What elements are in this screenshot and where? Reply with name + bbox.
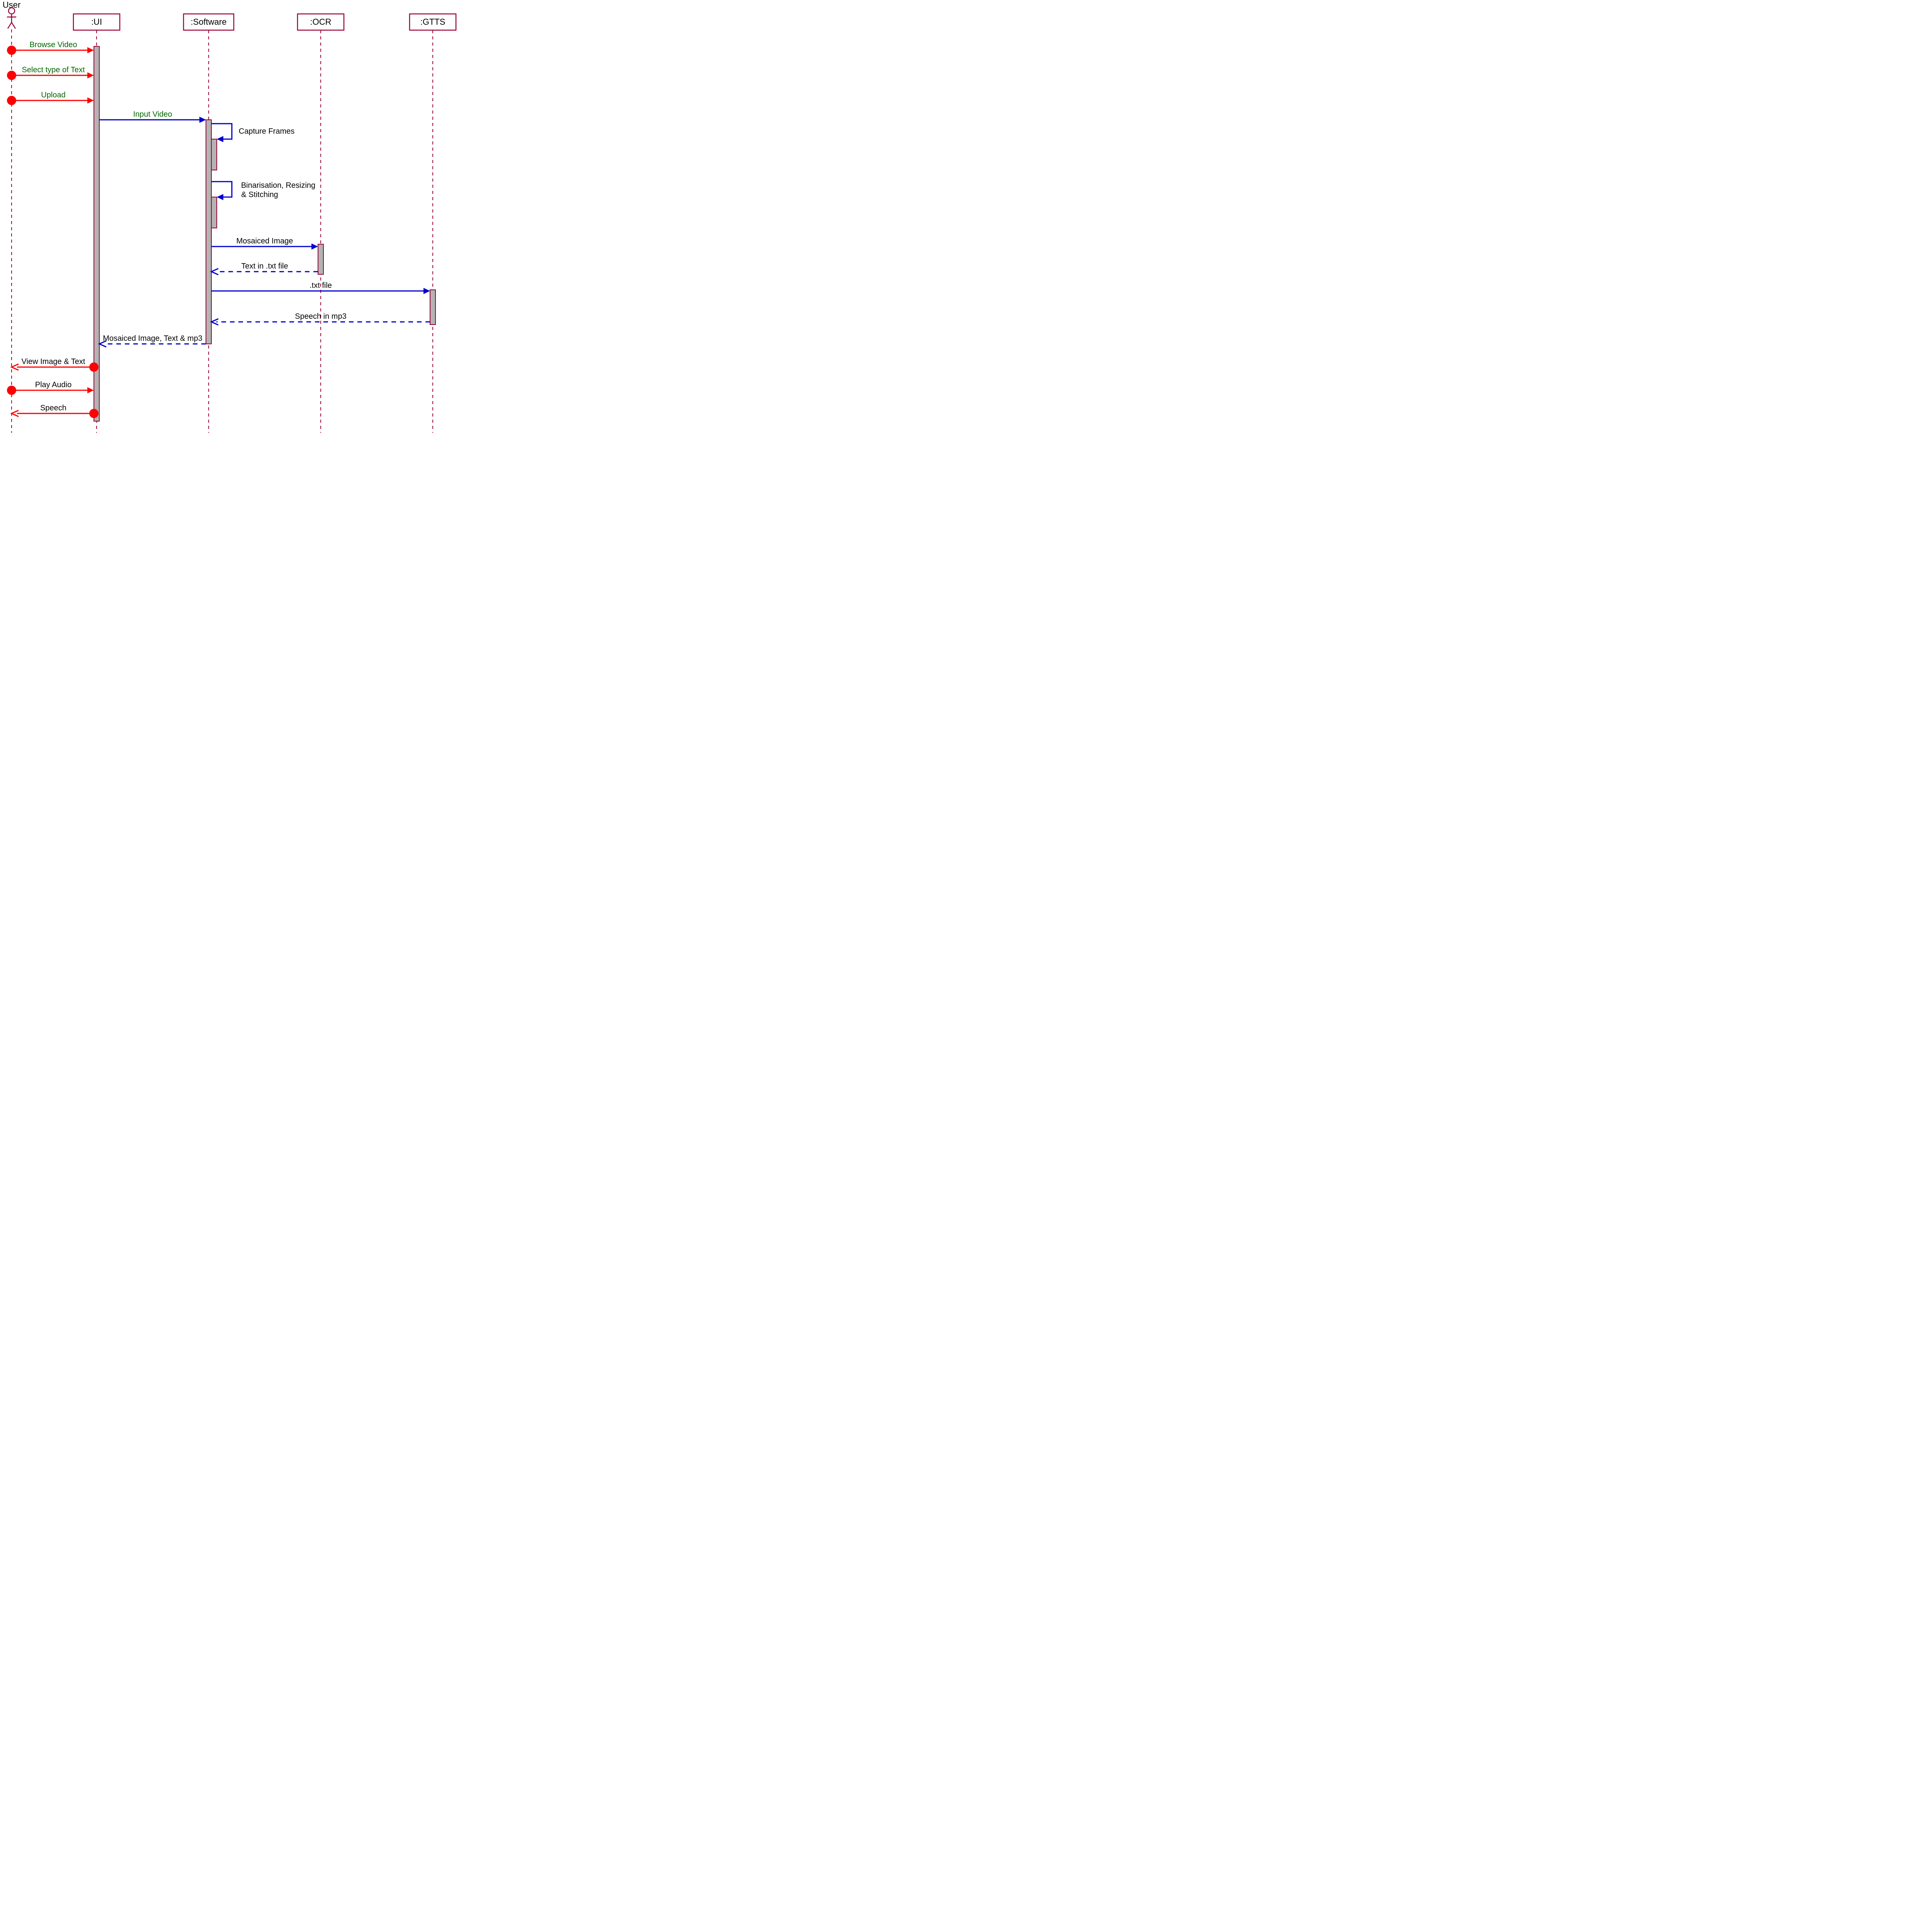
svg-text:Speech: Speech xyxy=(40,404,66,412)
svg-text:Mosaiced Image: Mosaiced Image xyxy=(236,237,293,245)
msg-view: View Image & Text xyxy=(12,357,99,372)
msg-input-video: Input Video xyxy=(99,110,206,123)
participant-user: User xyxy=(3,0,20,433)
svg-text:Capture Frames: Capture Frames xyxy=(239,127,295,136)
svg-text:Select type of Text: Select type of Text xyxy=(22,66,85,74)
activation-software-self2 xyxy=(211,197,217,228)
msg-return-all: Mosaiced Image, Text & mp3 xyxy=(99,334,206,347)
participant-ocr: :OCR xyxy=(298,14,344,433)
gtts-label: :GTTS xyxy=(420,17,446,27)
svg-text:& Stitching: & Stitching xyxy=(241,190,278,199)
svg-text:Upload: Upload xyxy=(41,91,65,99)
activation-ocr xyxy=(318,244,323,274)
participant-gtts: :GTTS xyxy=(410,14,456,433)
msg-play-audio: Play Audio xyxy=(7,381,94,395)
svg-text:Text in .txt file: Text in .txt file xyxy=(241,262,288,270)
sequence-diagram: User :UI :Software :OCR :GTTS xyxy=(0,0,479,437)
msg-mosaiced-image: Mosaiced Image xyxy=(211,237,318,250)
activation-software xyxy=(206,120,211,344)
msg-text-file-return: Text in .txt file xyxy=(211,262,318,275)
svg-text:Input Video: Input Video xyxy=(133,110,172,119)
msg-browse-video: Browse Video xyxy=(7,41,94,55)
svg-text:Mosaiced Image, Text & mp3: Mosaiced Image, Text & mp3 xyxy=(103,334,202,343)
svg-text:Binarisation, Resizing: Binarisation, Resizing xyxy=(241,181,315,190)
ocr-label: :OCR xyxy=(310,17,332,27)
msg-capture-frames: Capture Frames xyxy=(211,124,294,142)
ui-label: :UI xyxy=(91,17,102,27)
msg-binarisation: Binarisation, Resizing & Stitching xyxy=(211,181,315,200)
svg-text:View Image & Text: View Image & Text xyxy=(22,357,85,366)
svg-text:Play Audio: Play Audio xyxy=(35,381,72,389)
msg-select-type: Select type of Text xyxy=(7,66,94,80)
activation-software-self1 xyxy=(211,139,217,170)
activation-gtts xyxy=(430,290,435,325)
svg-text:Speech in mp3: Speech in mp3 xyxy=(295,312,346,321)
msg-upload: Upload xyxy=(7,91,94,105)
svg-text:.txt file: .txt file xyxy=(310,281,332,290)
software-label: :Software xyxy=(191,17,227,27)
msg-speech: Speech xyxy=(12,404,99,418)
svg-text:Browse Video: Browse Video xyxy=(29,41,77,49)
